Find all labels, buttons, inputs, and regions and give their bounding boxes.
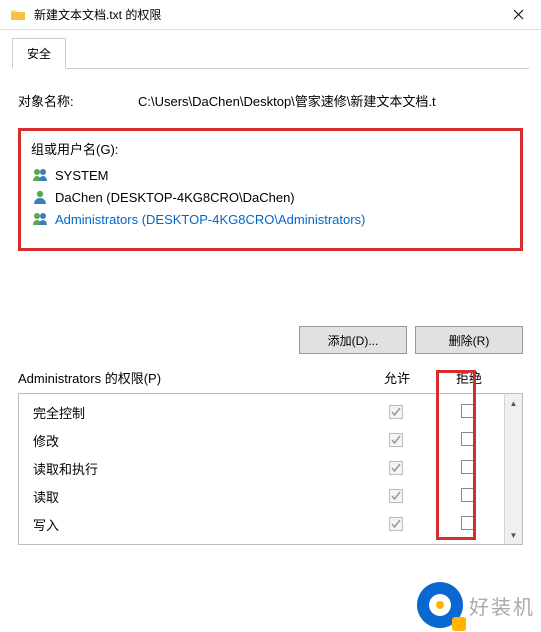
group-users-label: 组或用户名(G):: [31, 139, 510, 158]
permission-name: 写入: [19, 515, 360, 534]
object-name-row: 对象名称: C:\Users\DaChen\Desktop\管家速修\新建文本文…: [18, 91, 523, 110]
scroll-track[interactable]: [505, 412, 522, 526]
deny-checkbox[interactable]: [461, 432, 475, 446]
user-name: DaChen (DESKTOP-4KG8CRO\DaChen): [55, 190, 295, 205]
list-item[interactable]: DaChen (DESKTOP-4KG8CRO\DaChen): [31, 186, 510, 208]
close-button[interactable]: [496, 0, 541, 29]
add-button[interactable]: 添加(D)...: [299, 326, 407, 354]
allow-checkbox[interactable]: [389, 433, 403, 447]
group-buttons-row: 添加(D)... 删除(R): [18, 326, 523, 354]
user-list[interactable]: SYSTEM DaChen (DESKTOP-4KG8CRO\DaChen) A…: [31, 164, 510, 230]
permission-name: 读取: [19, 487, 360, 506]
scrollbar[interactable]: ▲ ▼: [504, 394, 522, 544]
allow-column-header: 允许: [361, 368, 433, 387]
watermark-text: 好装机: [469, 591, 535, 620]
table-row: 修改: [19, 426, 504, 454]
group-users-box: 组或用户名(G): SYSTEM DaChen (DESKTOP-4KG8CRO…: [18, 128, 523, 251]
window-title: 新建文本文档.txt 的权限: [34, 6, 496, 23]
object-name-label: 对象名称:: [18, 91, 138, 110]
table-row: 完全控制: [19, 398, 504, 426]
table-row: 读取和执行: [19, 454, 504, 482]
table-row: 写入: [19, 510, 504, 538]
permissions-header: Administrators 的权限(P) 允许 拒绝: [18, 368, 523, 387]
list-item[interactable]: Administrators (DESKTOP-4KG8CRO\Administ…: [31, 208, 510, 230]
deny-checkbox[interactable]: [461, 404, 475, 418]
user-icon: [31, 188, 49, 206]
allow-checkbox[interactable]: [389, 489, 403, 503]
watermark: 好装机: [417, 582, 535, 628]
deny-checkbox[interactable]: [461, 460, 475, 474]
list-item[interactable]: SYSTEM: [31, 164, 510, 186]
group-icon: [31, 210, 49, 228]
permission-name: 读取和执行: [19, 459, 360, 478]
scroll-up-icon[interactable]: ▲: [505, 394, 522, 412]
object-name-value: C:\Users\DaChen\Desktop\管家速修\新建文本文档.t: [138, 91, 523, 110]
folder-icon: [10, 7, 26, 23]
table-row: 读取: [19, 482, 504, 510]
remove-button[interactable]: 删除(R): [415, 326, 523, 354]
permissions-for-label: Administrators 的权限(P): [18, 368, 361, 387]
user-name: SYSTEM: [55, 168, 108, 183]
user-name: Administrators (DESKTOP-4KG8CRO\Administ…: [55, 212, 365, 227]
allow-checkbox[interactable]: [389, 461, 403, 475]
tab-strip: 安全: [12, 38, 541, 69]
scroll-down-icon[interactable]: ▼: [505, 526, 522, 544]
allow-checkbox[interactable]: [389, 405, 403, 419]
deny-checkbox[interactable]: [461, 516, 475, 530]
tab-divider: [12, 68, 529, 69]
deny-column-header: 拒绝: [433, 368, 505, 387]
watermark-logo-icon: [417, 582, 463, 628]
allow-checkbox[interactable]: [389, 517, 403, 531]
permission-name: 修改: [19, 431, 360, 450]
titlebar: 新建文本文档.txt 的权限: [0, 0, 541, 30]
group-icon: [31, 166, 49, 184]
deny-checkbox[interactable]: [461, 488, 475, 502]
permissions-table: 完全控制 修改 读取和执行 读取 写入: [18, 393, 523, 545]
tab-security[interactable]: 安全: [12, 38, 66, 69]
permission-name: 完全控制: [19, 403, 360, 422]
